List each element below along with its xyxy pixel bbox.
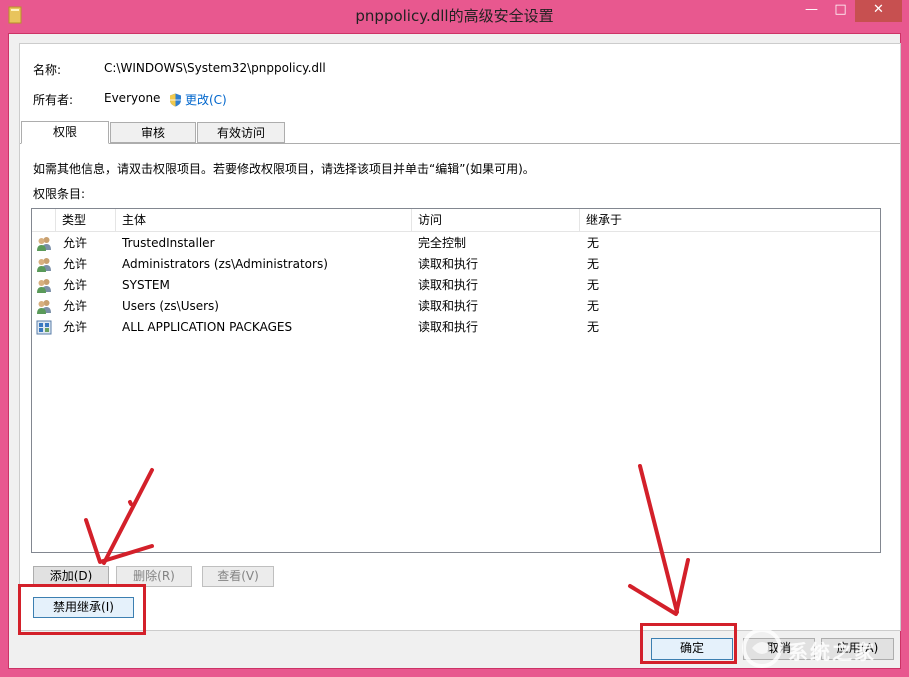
change-owner-link-wrapper[interactable]: 更改(C)	[169, 91, 227, 108]
tab-effective-access[interactable]: 有效访问	[197, 122, 285, 143]
maximize-button[interactable]: □	[826, 0, 855, 22]
tab-auditing[interactable]: 审核	[110, 122, 196, 143]
row-principal: SYSTEM	[122, 275, 170, 296]
row-access: 读取和执行	[418, 275, 478, 296]
row-principal: TrustedInstaller	[122, 233, 215, 254]
list-header: 类型 主体 访问 继承于	[32, 209, 880, 232]
table-row[interactable]: 允许 TrustedInstaller 完全控制 无	[32, 233, 880, 254]
disable-inheritance-button[interactable]: 禁用继承(I)	[33, 597, 134, 618]
owner-label: 所有者:	[33, 91, 73, 108]
column-header-access[interactable]: 访问	[412, 209, 580, 231]
table-row[interactable]: 允许 ALL APPLICATION PACKAGES 读取和执行 无	[32, 317, 880, 338]
uac-shield-icon	[169, 93, 182, 107]
row-access: 读取和执行	[418, 296, 478, 317]
row-access: 读取和执行	[418, 317, 478, 338]
add-button[interactable]: 添加(D)	[33, 566, 109, 587]
row-inherited: 无	[587, 296, 599, 317]
apply-button[interactable]: 应用(A)	[821, 638, 894, 660]
minimize-button[interactable]: —	[797, 0, 826, 22]
row-principal: Administrators (zs\Administrators)	[122, 254, 328, 275]
users-icon	[36, 257, 52, 272]
tab-divider	[20, 143, 900, 144]
row-type: 允许	[63, 275, 87, 296]
column-header-type[interactable]: 类型	[56, 209, 116, 231]
cancel-button[interactable]: 取消	[743, 638, 815, 660]
row-inherited: 无	[587, 233, 599, 254]
row-inherited: 无	[587, 317, 599, 338]
tab-permissions[interactable]: 权限	[21, 121, 109, 144]
permission-entries-list[interactable]: 类型 主体 访问 继承于 允许 TrustedInstaller 完全控制 无	[31, 208, 881, 553]
table-row[interactable]: 允许 Users (zs\Users) 读取和执行 无	[32, 296, 880, 317]
info-text: 如需其他信息，请双击权限项目。若要修改权限项目，请选择该项目并单击“编辑”(如果…	[33, 160, 535, 177]
row-inherited: 无	[587, 254, 599, 275]
close-button[interactable]: ✕	[855, 0, 902, 22]
title-bar: pnppolicy.dll的高级安全设置 — □ ✕	[0, 0, 909, 33]
table-row[interactable]: 允许 Administrators (zs\Administrators) 读取…	[32, 254, 880, 275]
row-access: 完全控制	[418, 233, 466, 254]
row-type: 允许	[63, 254, 87, 275]
row-inherited: 无	[587, 275, 599, 296]
row-access: 读取和执行	[418, 254, 478, 275]
name-label: 名称:	[33, 61, 61, 78]
column-header-principal[interactable]: 主体	[116, 209, 412, 231]
table-row[interactable]: 允许 SYSTEM 读取和执行 无	[32, 275, 880, 296]
row-principal: ALL APPLICATION PACKAGES	[122, 317, 292, 338]
users-icon	[36, 299, 52, 314]
row-type: 允许	[63, 296, 87, 317]
owner-value: Everyone	[104, 91, 160, 105]
row-type: 允许	[63, 233, 87, 254]
name-value: C:\WINDOWS\System32\pnppolicy.dll	[104, 61, 326, 75]
column-header-icon	[32, 209, 56, 231]
row-type: 允许	[63, 317, 87, 338]
window-title: pnppolicy.dll的高级安全设置	[0, 5, 909, 26]
users-icon	[36, 278, 52, 293]
view-button[interactable]: 查看(V)	[202, 566, 274, 587]
permission-entries-label: 权限条目:	[33, 185, 85, 202]
column-header-inherited[interactable]: 继承于	[580, 209, 880, 231]
settings-panel: 名称: C:\WINDOWS\System32\pnppolicy.dll 所有…	[19, 43, 901, 631]
ok-button[interactable]: 确定	[651, 638, 733, 660]
dialog-client-area: 名称: C:\WINDOWS\System32\pnppolicy.dll 所有…	[8, 33, 901, 669]
users-icon	[36, 236, 52, 251]
remove-button[interactable]: 删除(R)	[116, 566, 192, 587]
app-packages-icon	[36, 320, 52, 335]
row-principal: Users (zs\Users)	[122, 296, 219, 317]
change-owner-link[interactable]: 更改(C)	[185, 93, 227, 107]
